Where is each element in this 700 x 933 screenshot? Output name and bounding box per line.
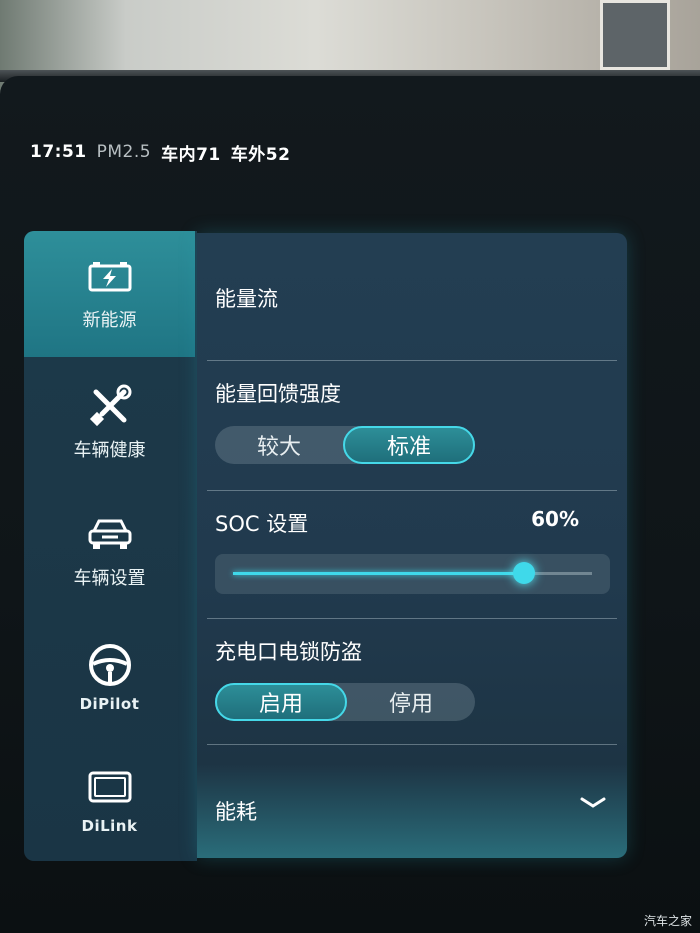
slider-fill [233,572,524,575]
soc-value: 60% [531,507,579,531]
clock: 17:51 [30,142,87,162]
sidebar-item-dilink[interactable]: DiLink [24,738,195,864]
divider [207,744,617,745]
sidebar-item-vehicle-settings[interactable]: 车辆设置 [24,489,195,615]
status-bar: 17:51 PM2.5 车内71 车外52 [30,140,291,165]
battery-bolt-icon [85,256,135,296]
soc-title: SOC 设置 [215,512,309,536]
sidebar: 新能源 车辆健康 车辆设置 DiPilot DiLink [24,231,197,861]
screen-icon [85,767,135,807]
divider [207,490,617,491]
sidebar-item-label: 新能源 [82,310,137,331]
regen-segmented-control: 较大 标准 [215,426,475,464]
regen-option-standard[interactable]: 标准 [343,426,475,464]
pm25-label: PM2.5 [96,142,152,162]
sidebar-item-vehicle-health[interactable]: 车辆健康 [24,361,195,487]
sidebar-item-dipilot[interactable]: DiPilot [24,616,195,742]
soc-slider[interactable] [215,554,610,594]
charge-lock-title: 充电口电锁防盗 [215,640,362,664]
inside-value: 71 [196,144,221,165]
outside-air: 车外52 [231,140,291,165]
sidebar-item-label: 车辆设置 [73,568,146,589]
outside-value: 52 [265,144,291,165]
tools-icon [85,384,135,427]
sidebar-item-label: 车辆健康 [73,440,146,461]
charge-lock-segmented-control: 启用 停用 [215,683,475,721]
energy-flow-title[interactable]: 能量流 [215,283,278,313]
sidebar-item-label: DiPilot [79,695,140,713]
inside-label: 车内 [161,144,197,165]
settings-panel: 能量流 能量回馈强度 较大 标准 SOC 设置 60% 充电口电锁防盗 启用 停… [197,233,627,858]
chevron-down-icon[interactable] [579,795,607,811]
charge-lock-option-disable[interactable]: 停用 [347,683,475,721]
consumption-title[interactable]: 能耗 [215,796,257,826]
steering-wheel-icon [85,644,135,686]
divider [207,360,617,361]
sidebar-item-label: DiLink [81,817,138,835]
divider [207,618,617,619]
sidebar-item-new-energy[interactable]: 新能源 [24,231,195,357]
car-icon [85,514,135,554]
regen-option-high[interactable]: 较大 [215,426,343,464]
outside-label: 车外 [230,144,266,165]
watermark: 汽车之家 [643,914,692,928]
inside-air: 车内71 [161,140,221,165]
slider-thumb[interactable] [512,562,535,584]
regen-title: 能量回馈强度 [215,382,341,406]
slider-track [233,562,592,584]
charge-lock-option-enable[interactable]: 启用 [215,683,347,721]
background-window [600,0,670,70]
